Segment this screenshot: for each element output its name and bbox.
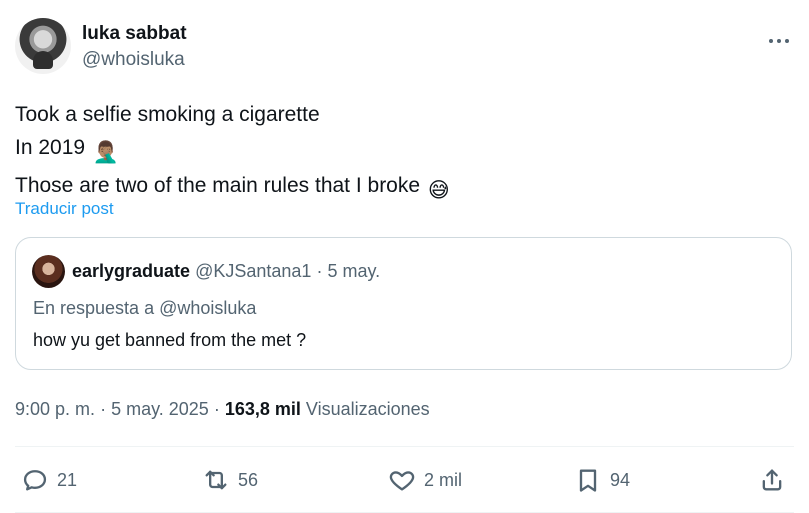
post-text: Took a selfie smoking a cigarette In 201… [15, 98, 775, 207]
author-handle[interactable]: @whoisluka [82, 49, 187, 71]
bookmark-button[interactable]: 94 [574, 465, 630, 495]
post-header: luka sabbat @whoisluka [15, 18, 795, 78]
reply-to-handle[interactable]: @whoisluka [159, 298, 256, 318]
quoted-meta-separator: · [316, 261, 323, 281]
post-text-line-3: Those are two of the main rules that I b… [15, 169, 775, 207]
more-options-button[interactable] [765, 26, 793, 50]
views-count: 163,8 mil [224, 399, 301, 419]
author-display-name[interactable]: luka sabbat [82, 23, 187, 45]
quoted-author-handle[interactable]: @KJSantana1 [195, 261, 311, 281]
quoted-post-date[interactable]: 5 may. [327, 261, 380, 281]
author-name-block: luka sabbat @whoisluka [82, 23, 187, 71]
actions-top-divider [15, 446, 794, 447]
reply-to-line: En respuesta a @whoisluka [33, 297, 256, 319]
bookmark-count: 94 [610, 469, 631, 490]
post-text-line-1: Took a selfie smoking a cigarette [15, 103, 320, 126]
post-meta-separator-2: · [213, 399, 220, 419]
share-button[interactable] [758, 465, 786, 495]
post-meta-row: 9:00 p. m. · 5 may. 2025 · 163,8 mil Vis… [15, 397, 430, 421]
reply-count: 21 [57, 469, 78, 490]
post-text-line-2: In 2019 🤦🏽‍♂️ [15, 131, 775, 169]
quoted-author-display-name[interactable]: earlygraduate [72, 261, 190, 281]
like-button[interactable]: 2 mil [388, 465, 462, 495]
heart-icon [389, 471, 415, 491]
post-meta-separator: · [100, 399, 107, 419]
reply-to-prefix: En respuesta a [33, 298, 155, 318]
quoted-post-card[interactable]: earlygraduate @KJSantana1 · 5 may. En re… [15, 237, 792, 370]
post-date[interactable]: 5 may. 2025 [111, 399, 209, 419]
more-horizontal-icon [769, 38, 773, 43]
sweat-smile-emoji: 😅 [427, 179, 450, 202]
views-label: Visualizaciones [305, 399, 430, 419]
translate-post-link[interactable]: Traducir post [15, 199, 114, 219]
author-avatar[interactable] [15, 18, 71, 74]
post-time[interactable]: 9:00 p. m. [15, 399, 95, 419]
post-actions-bar: 21 56 2 mil 94 [15, 448, 794, 511]
reply-button[interactable]: 21 [21, 465, 77, 495]
quoted-post-text: how yu get banned from the met ? [33, 330, 307, 350]
repost-button[interactable]: 56 [202, 465, 258, 495]
like-count: 2 mil [424, 469, 463, 490]
bookmark-icon [579, 469, 597, 492]
facepalm-emoji: 🤦🏽‍♂️ [92, 141, 120, 164]
quoted-author-avatar[interactable] [32, 255, 65, 288]
reply-icon [23, 470, 47, 491]
share-icon [762, 469, 782, 491]
repost-icon [205, 470, 227, 490]
quoted-post-meta: earlygraduate @KJSantana1 · 5 may. [72, 260, 380, 282]
repost-count: 56 [238, 469, 259, 490]
